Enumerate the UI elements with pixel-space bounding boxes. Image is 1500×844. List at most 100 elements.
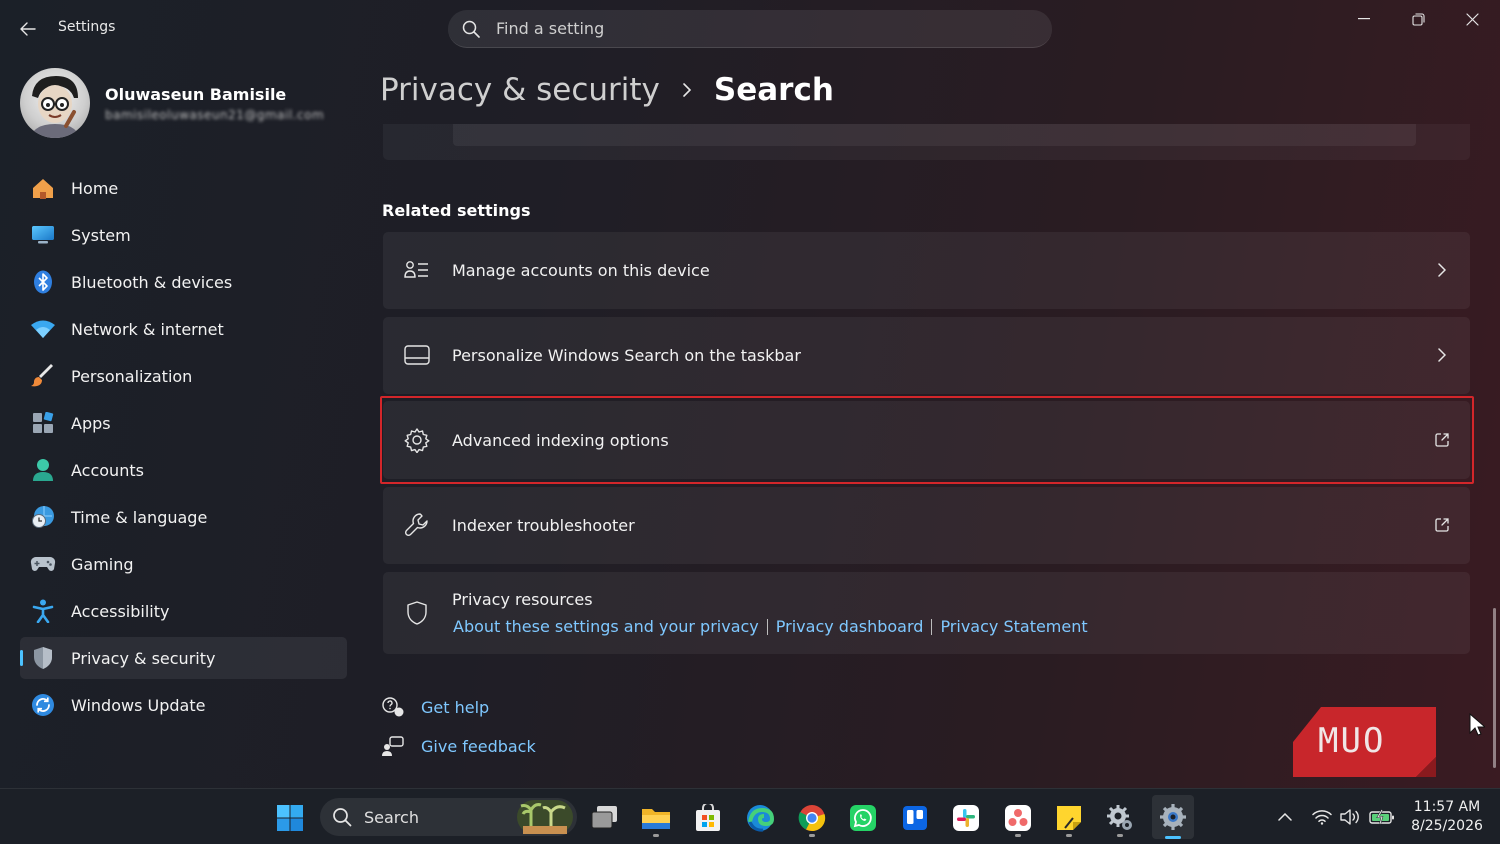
brush-icon <box>30 363 56 389</box>
slack-button[interactable] <box>947 799 985 837</box>
taskbar-search[interactable]: Search <box>320 798 577 836</box>
shield-outline-icon <box>403 599 431 627</box>
sidebar-item-label: Accounts <box>71 460 144 480</box>
running-indicator <box>809 834 815 837</box>
sidebar-item-accessibility[interactable]: Accessibility <box>20 590 347 632</box>
gamepad-icon <box>30 551 56 577</box>
sidebar-item-apps[interactable]: Apps <box>20 402 347 444</box>
edge-button[interactable] <box>741 799 779 837</box>
external-link-icon <box>1432 515 1452 535</box>
minimize-button[interactable] <box>1341 8 1387 30</box>
sidebar-item-gaming[interactable]: Gaming <box>20 543 347 585</box>
privacy-links: About these settings and your privacy Pr… <box>453 617 1088 636</box>
card-label: Manage accounts on this device <box>452 261 710 280</box>
volume-tray-button[interactable] <box>1338 803 1362 831</box>
chrome-button[interactable] <box>793 799 831 837</box>
settings-button[interactable] <box>1152 795 1194 839</box>
sidebar-item-home[interactable]: Home <box>20 167 347 209</box>
back-button[interactable] <box>14 16 42 42</box>
sidebar-item-time-language[interactable]: Time & language <box>20 496 347 538</box>
user-email: bamisileoluwaseun21@gmail.com <box>105 108 325 122</box>
settings-alt-icon <box>1107 805 1132 830</box>
app-title: Settings <box>58 19 116 35</box>
sidebar-item-bluetooth[interactable]: Bluetooth & devices <box>20 261 347 303</box>
wrench-icon <box>403 511 431 539</box>
store-button[interactable] <box>689 799 727 837</box>
arrow-left-icon <box>20 22 36 36</box>
apps-icon <box>30 410 56 436</box>
shield-icon <box>30 645 56 671</box>
taskbar-clock[interactable]: 11:57 AM 8/25/2026 <box>1406 798 1488 836</box>
sidebar-item-system[interactable]: System <box>20 214 347 256</box>
give-feedback-link[interactable]: Give feedback <box>381 734 536 758</box>
system-icon <box>30 222 56 248</box>
task-view-icon <box>591 806 617 829</box>
settings-search-input[interactable]: Find a setting <box>448 10 1052 48</box>
asana-button[interactable] <box>999 799 1037 837</box>
running-indicator <box>1165 836 1181 839</box>
minimize-icon <box>1358 18 1370 20</box>
privacy-link-dashboard[interactable]: Privacy dashboard <box>776 617 924 636</box>
sidebar-item-label: Network & internet <box>71 319 224 339</box>
privacy-link-about[interactable]: About these settings and your privacy <box>453 617 759 636</box>
get-help-link[interactable]: Get help <box>381 695 489 719</box>
advanced-indexing-card[interactable]: Advanced indexing options <box>383 401 1470 479</box>
clock-date: 8/25/2026 <box>1411 818 1483 834</box>
give-feedback-label: Give feedback <box>421 736 536 756</box>
personalize-search-card[interactable]: Personalize Windows Search on the taskba… <box>383 317 1470 394</box>
sidebar-item-label: Privacy & security <box>71 648 216 668</box>
close-button[interactable] <box>1449 8 1495 30</box>
sidebar-item-privacy-security[interactable]: Privacy & security <box>20 637 347 679</box>
running-indicator <box>1117 834 1123 837</box>
running-indicator <box>653 834 659 837</box>
trello-button[interactable] <box>896 799 934 837</box>
mouse-cursor <box>1469 712 1487 741</box>
privacy-resources-card: Privacy resources <box>383 572 1470 654</box>
bluetooth-icon <box>30 269 56 295</box>
restore-button[interactable] <box>1395 8 1441 30</box>
get-help-label: Get help <box>421 697 490 717</box>
sidebar-item-label: Time & language <box>71 507 208 527</box>
wifi-icon <box>30 316 56 342</box>
running-indicator <box>1015 834 1021 837</box>
search-highlight-illustration-icon <box>517 800 573 834</box>
pointer-icon <box>1469 712 1487 736</box>
whatsapp-button[interactable] <box>844 799 882 837</box>
sidebar-item-label: System <box>71 225 131 245</box>
taskbar-icon <box>403 341 431 369</box>
sidebar-item-windows-update[interactable]: Windows Update <box>20 684 347 726</box>
user-name: Oluwaseun Bamisile <box>105 85 287 104</box>
accessibility-icon <box>30 598 56 624</box>
sidebar-item-personalization[interactable]: Personalization <box>20 355 347 397</box>
scrollbar[interactable] <box>1493 608 1496 768</box>
sidebar-item-label: Bluetooth & devices <box>71 272 233 292</box>
edge-icon <box>747 805 774 832</box>
chrome-icon <box>798 805 826 832</box>
sticky-notes-button[interactable] <box>1050 799 1088 837</box>
user-profile[interactable]: Oluwaseun Bamisile bamisileoluwaseun21@g… <box>20 68 350 140</box>
page-title: Search <box>713 72 834 108</box>
task-view-button[interactable] <box>586 799 624 837</box>
battery-tray-button[interactable] <box>1368 803 1396 831</box>
avatar-illustration-icon <box>30 76 80 138</box>
manage-accounts-card[interactable]: Manage accounts on this device <box>383 232 1470 309</box>
sticky-notes-icon <box>1057 806 1081 830</box>
restore-icon <box>1411 12 1425 26</box>
tray-overflow-button[interactable] <box>1274 803 1296 831</box>
start-button[interactable] <box>271 799 309 837</box>
wifi-icon <box>1312 810 1332 825</box>
sidebar-item-network[interactable]: Network & internet <box>20 308 347 350</box>
sidebar-item-accounts[interactable]: Accounts <box>20 449 347 491</box>
person-icon <box>30 457 56 483</box>
external-link-icon <box>1432 430 1452 450</box>
settings-alt-button[interactable] <box>1101 799 1139 837</box>
indexer-troubleshooter-card[interactable]: Indexer troubleshooter <box>383 487 1470 564</box>
breadcrumb-parent[interactable]: Privacy & security <box>380 72 660 108</box>
muo-watermark: MUO <box>1293 707 1436 777</box>
related-settings-title: Related settings <box>382 201 531 220</box>
privacy-link-statement[interactable]: Privacy Statement <box>940 617 1087 636</box>
network-tray-button[interactable] <box>1310 803 1334 831</box>
battery-charging-icon <box>1369 809 1394 825</box>
settings-icon <box>1160 804 1186 830</box>
file-explorer-button[interactable] <box>637 799 675 837</box>
